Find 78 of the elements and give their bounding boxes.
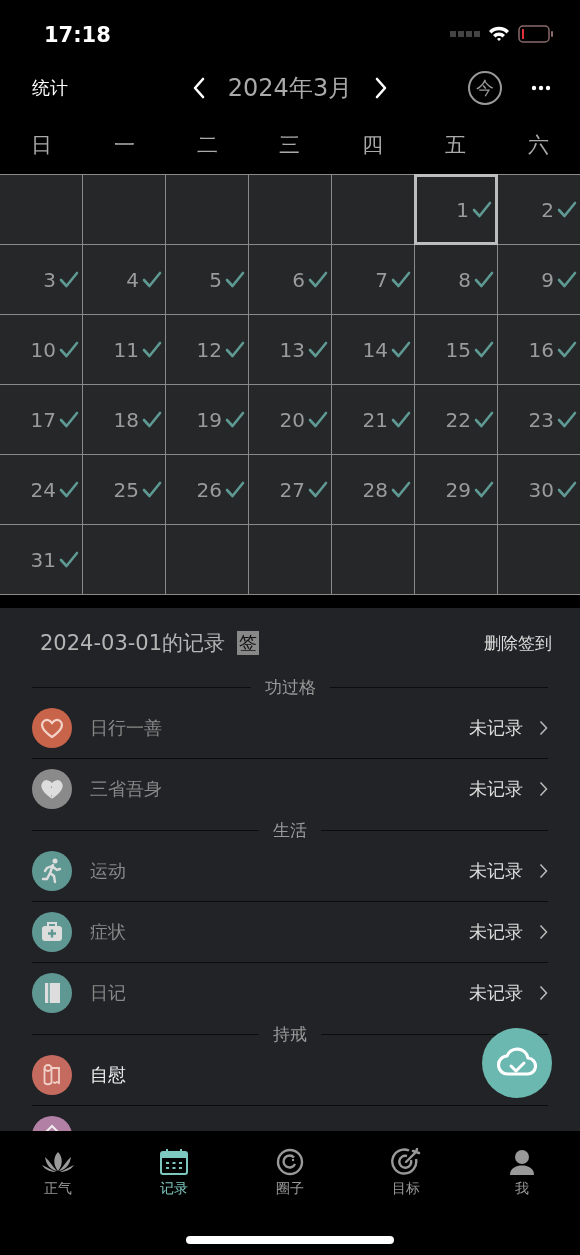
calendar-day[interactable]: 23 bbox=[498, 385, 580, 454]
record-item-label: 症状 bbox=[90, 920, 126, 944]
calendar-day[interactable]: 30 bbox=[498, 455, 580, 524]
delete-checkin-button[interactable]: 删除签到 bbox=[484, 631, 552, 655]
chevron-right-icon bbox=[539, 985, 548, 1001]
calendar-day[interactable]: 19 bbox=[166, 385, 248, 454]
calendar-day[interactable]: 9 bbox=[498, 245, 580, 314]
calendar-day[interactable]: 1 bbox=[414, 174, 498, 245]
record-status-button[interactable]: 未记录 bbox=[469, 716, 523, 740]
calendar-day[interactable]: 25 bbox=[83, 455, 165, 524]
calendar-day[interactable]: 28 bbox=[332, 455, 414, 524]
previous-month-icon[interactable] bbox=[191, 77, 206, 99]
wifi-icon bbox=[488, 26, 510, 42]
tab-bar-item[interactable]: 目标 bbox=[389, 1148, 423, 1198]
chevron-right-icon bbox=[539, 781, 548, 797]
calendar-day[interactable]: 24 bbox=[0, 455, 82, 524]
calendar-day[interactable]: 11 bbox=[83, 315, 165, 384]
calendar-day[interactable]: 6 bbox=[249, 245, 331, 314]
target-icon bbox=[389, 1148, 423, 1176]
calendar-day[interactable]: 26 bbox=[166, 455, 248, 524]
calendar-day[interactable]: 20 bbox=[249, 385, 331, 454]
calendar-day[interactable]: 27 bbox=[249, 455, 331, 524]
record-item-label: 三省吾身 bbox=[90, 777, 162, 801]
calendar-day[interactable]: 13 bbox=[249, 315, 331, 384]
calendar-day[interactable]: 3 bbox=[0, 245, 82, 314]
calendar-day[interactable]: 21 bbox=[332, 385, 414, 454]
calendar-day[interactable]: 18 bbox=[83, 385, 165, 454]
cloud-check-icon bbox=[497, 1047, 537, 1079]
record-status-button[interactable]: 未记录 bbox=[469, 920, 523, 944]
calendar-day[interactable]: 17 bbox=[0, 385, 82, 454]
month-title: 2024年3月 bbox=[227, 73, 353, 104]
weekday-label: 日 bbox=[29, 132, 53, 159]
calendar-day[interactable]: 15 bbox=[415, 315, 497, 384]
calendar-day[interactable]: 7 bbox=[332, 245, 414, 314]
weekday-label: 四 bbox=[361, 132, 385, 159]
record-title: 2024-03-01的记录 bbox=[40, 630, 226, 657]
record-item-label: 日行一善 bbox=[90, 716, 162, 740]
calendar-day[interactable]: 5 bbox=[166, 245, 248, 314]
record-item-label: 运动 bbox=[90, 859, 126, 883]
calendar-icon bbox=[157, 1148, 191, 1176]
weekday-label: 三 bbox=[278, 132, 302, 159]
calendar-day[interactable]: 12 bbox=[166, 315, 248, 384]
calendar-day[interactable]: 16 bbox=[498, 315, 580, 384]
tab-bar-item[interactable]: 我 bbox=[505, 1148, 539, 1198]
next-month-icon[interactable] bbox=[374, 77, 389, 99]
chevron-right-icon bbox=[539, 924, 548, 940]
calendar-day[interactable]: 22 bbox=[415, 385, 497, 454]
weekday-label: 一 bbox=[112, 132, 136, 159]
battery-icon bbox=[518, 25, 554, 43]
chevron-right-icon bbox=[539, 720, 548, 736]
record-item-label: 日记 bbox=[90, 981, 126, 1005]
section-title: 持戒 bbox=[273, 1022, 307, 1046]
calendar-day[interactable]: 29 bbox=[415, 455, 497, 524]
tab-bar-item[interactable]: 圈子 bbox=[273, 1148, 307, 1198]
calendar-day[interactable]: 10 bbox=[0, 315, 82, 384]
calendar-day[interactable]: 2 bbox=[498, 175, 580, 244]
weekday-label: 二 bbox=[195, 132, 219, 159]
calendar-day[interactable]: 8 bbox=[415, 245, 497, 314]
signal-icon bbox=[450, 31, 480, 37]
calendar-day[interactable]: 31 bbox=[0, 525, 82, 594]
status-time: 17:18 bbox=[44, 23, 111, 47]
weekday-label: 五 bbox=[444, 132, 468, 159]
tab-bar-item[interactable]: 正气 bbox=[41, 1148, 75, 1198]
calendar-day[interactable]: 4 bbox=[83, 245, 165, 314]
tab-bar-item[interactable]: 记录 bbox=[157, 1148, 191, 1198]
record-status-button[interactable]: 未记录 bbox=[469, 859, 523, 883]
record-item-label: 自慰 bbox=[90, 1063, 126, 1087]
today-button[interactable]: 今 bbox=[468, 71, 502, 105]
record-status-button[interactable]: 未记录 bbox=[469, 777, 523, 801]
section-title: 功过格 bbox=[264, 675, 316, 699]
signed-badge: 签 bbox=[237, 631, 260, 655]
weekday-label: 六 bbox=[527, 132, 551, 159]
chevron-right-icon bbox=[539, 863, 548, 879]
calendar-day[interactable]: 14 bbox=[332, 315, 414, 384]
section-title: 生活 bbox=[273, 818, 307, 842]
more-icon[interactable] bbox=[531, 85, 551, 91]
record-status-button[interactable]: 未记录 bbox=[469, 981, 523, 1005]
statistics-button[interactable]: 统计 bbox=[32, 76, 68, 100]
